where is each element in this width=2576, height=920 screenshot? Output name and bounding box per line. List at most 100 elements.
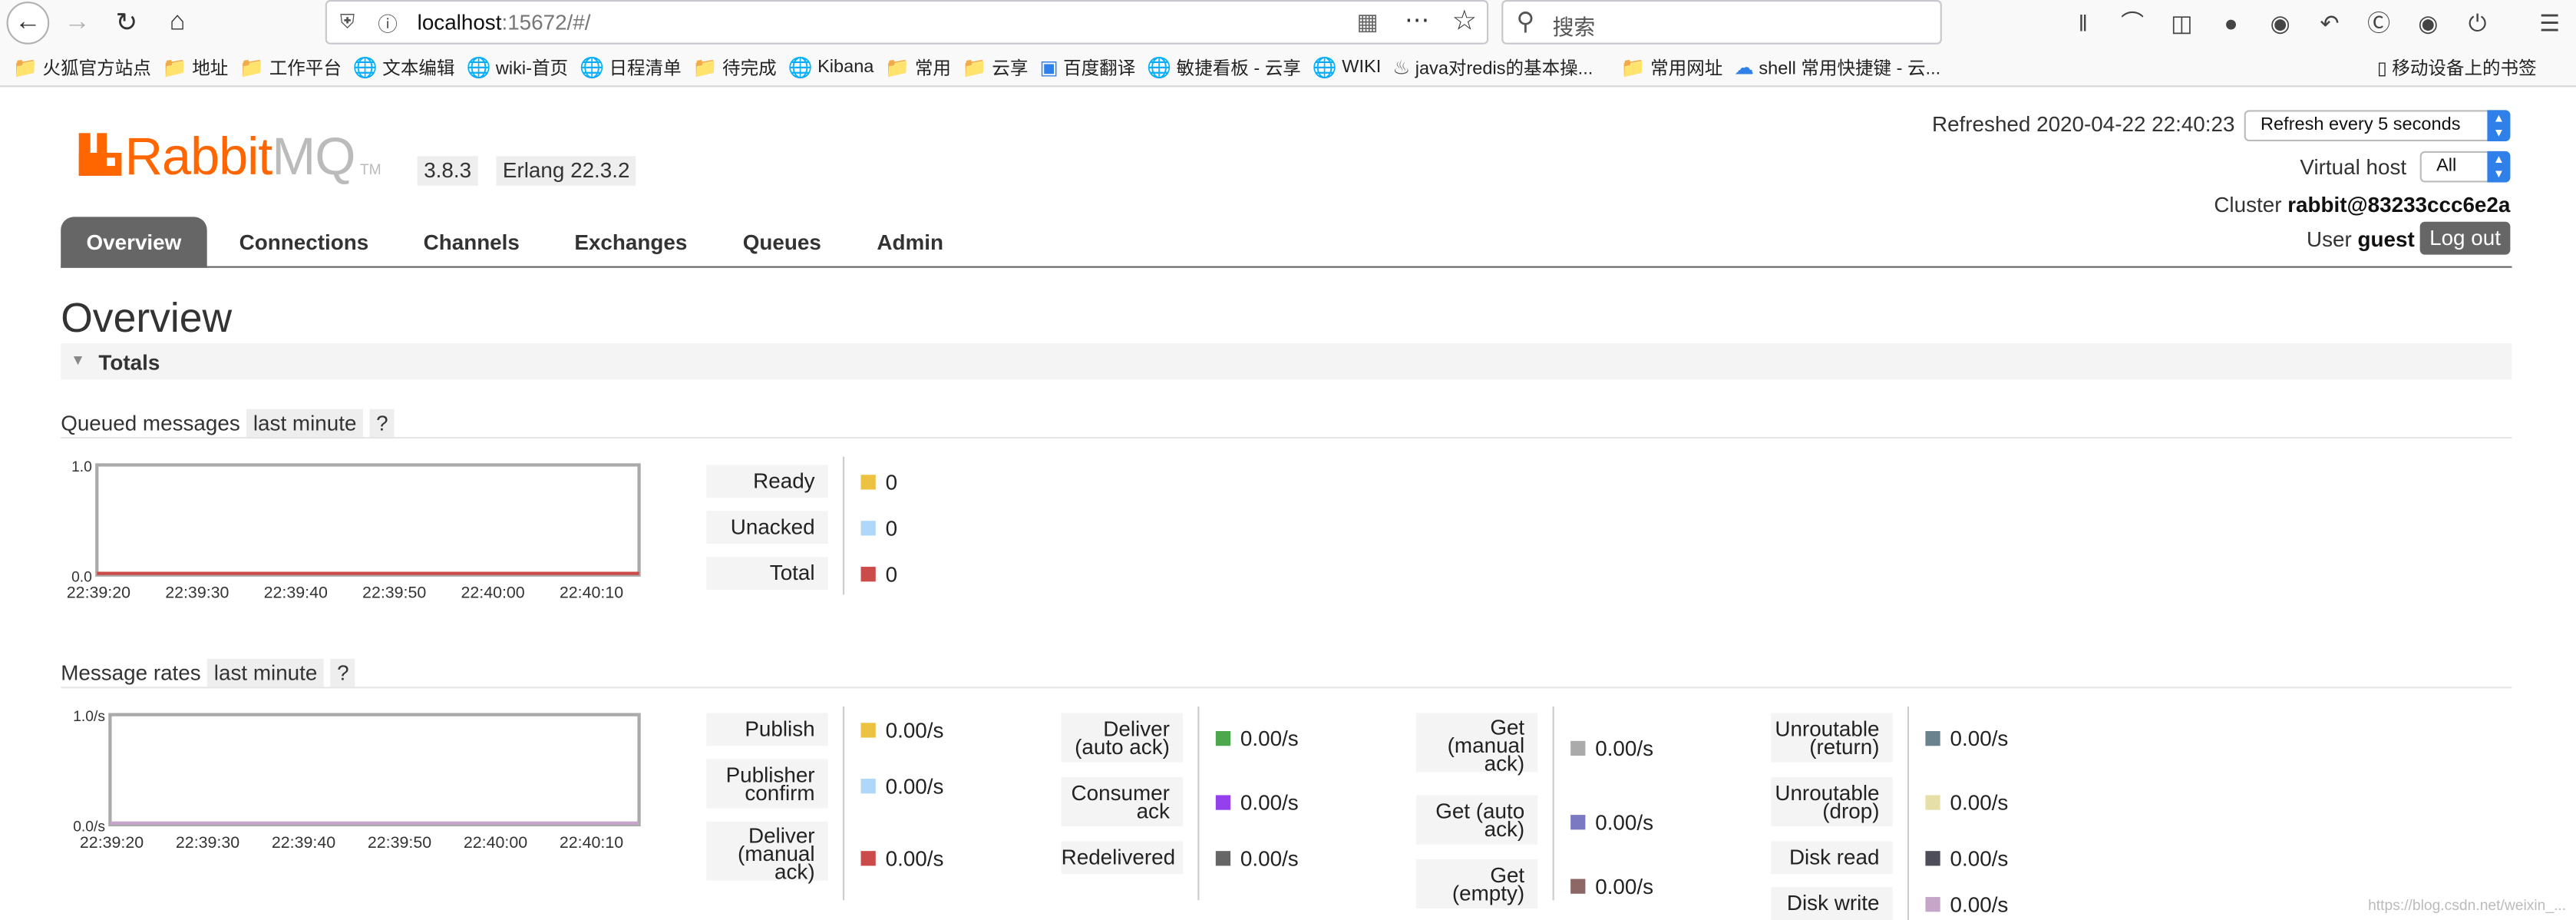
x-tick-label: 22:40:00 [461,584,524,602]
bookmark-item[interactable]: 📁 工作平台 [239,55,342,81]
bookmarks-bar: 📁 火狐官方站点 📁 地址 📁 工作平台 🌐 文本编辑 🌐 wiki-首页 🌐 日程清单 📁… [13,51,1940,84]
value-text: 0.00/s [1950,891,2009,916]
bookmark-item[interactable]: 🌐 日程清单 [580,55,682,81]
undo-icon[interactable]: ↶ [2313,7,2346,40]
extension-icon[interactable]: ● [2214,7,2247,40]
info-icon[interactable]: ⓘ [378,10,398,38]
tab-overview[interactable]: Overview [61,217,207,268]
url-text[interactable]: localhost:15672/#/ [418,10,591,35]
back-arrow-icon[interactable]: ← [6,2,50,45]
bookmark-item[interactable]: 📁 常用 [885,55,951,81]
bookmark-label: 火狐官方站点 [42,59,151,79]
url-bar[interactable]: ⛨ ⓘ localhost:15672/#/ ▦ ⋯ ☆ [325,0,1489,45]
queued-messages-title: Queued messages last minute ? [61,409,395,438]
reload-icon[interactable]: ↻ [105,2,148,45]
totals-section-header[interactable]: ▼ Totals [61,343,2512,380]
chart-svg: 1.00.022:39:20 22:39:30 22:39:40 22:39:50 22… [67,459,641,602]
bookmark-label: shell 常用快捷键 - 云... [1759,59,1941,79]
bookmark-item[interactable]: ☁ shell 常用快捷键 - 云... [1734,55,1940,81]
bookmark-item[interactable]: ▣ 百度翻译 [1039,55,1135,81]
rabbitmq-logo[interactable]: RabbitMQ TM [78,128,381,184]
rate-label-redelivered: Redelivered [1061,841,1184,875]
more-actions-icon[interactable]: ⋯ [1405,5,1431,35]
x-tick-label: 22:39:20 [80,833,144,852]
rate-label-unroutable-return: Unroutable (return) [1771,713,1893,763]
home-icon[interactable]: ⌂ [156,2,199,45]
bookmark-item[interactable]: 📁 云享 [963,55,1029,81]
tab-queues[interactable]: Queues [728,217,836,267]
totals-label: Totals [98,349,160,375]
plot-area [95,463,641,577]
message-rates-title: Message rates last minute ? [61,658,356,687]
rate-value-get-empty: 0.00/s [1570,869,1653,902]
value-text: 0.00/s [1950,725,2009,750]
rabbitmq-page: RabbitMQ TM 3.8.3 Erlang 22.3.2 Refreshe… [0,89,2576,920]
tab-admin[interactable]: Admin [861,217,959,267]
value-text: 0.00/s [1595,809,1654,834]
bookmark-item[interactable]: 🌐 Kibana [788,56,874,79]
tab-channels[interactable]: Channels [406,217,537,267]
bookmark-star-icon[interactable]: ☆ [1451,5,1477,38]
bookmark-item[interactable]: ♨ java对redis的基本操... [1392,55,1593,81]
toolbar-icons: ‖ ⌒ ◫ ● ◉ ↶ Ⓒ ◉ ⏻ ☰ [2066,5,2566,41]
qr-code-icon[interactable]: ▦ [1356,8,1378,36]
legend-swatch [1925,794,1940,809]
extension-icon[interactable]: ◉ [2412,7,2445,40]
tab-exchanges[interactable]: Exchanges [559,217,703,267]
bookmark-item[interactable]: 📁 常用网址 [1621,55,1723,81]
virtual-host-select[interactable]: All ▲ ▼ [2419,151,2511,183]
queued-help-button[interactable]: ? [369,409,395,438]
rate-value-deliver-manual-ack: 0.00/s [860,841,943,874]
bookmark-item[interactable]: 🌐 文本编辑 [353,55,455,81]
bookmark-item[interactable]: 📁 火狐官方站点 [13,55,151,81]
watermark: https://blog.csdn.net/weixin_... [2368,897,2567,914]
y-tick-label: 1.0 [71,459,92,475]
library-icon[interactable]: ‖ [2066,7,2099,40]
java-icon: ♨ [1392,55,1411,79]
queued-range-toggle[interactable]: last minute [246,409,364,438]
refresh-interval-select[interactable]: Refresh every 5 seconds ▲ ▼ [2244,110,2511,141]
value-text: 0.00/s [1240,845,1299,870]
bookmark-label: Kibana [817,57,874,78]
extension-icon[interactable]: Ⓒ [2363,7,2396,40]
url-host: localhost [417,9,502,35]
legend-swatch [1570,878,1586,893]
rate-value-publish: 0.00/s [860,713,943,746]
bookmark-item[interactable]: 🌐 wiki-首页 [466,55,568,81]
y-tick-label: 1.0/s [73,709,105,725]
bookmark-label: 百度翻译 [1063,59,1136,79]
logo-tm: TM [359,161,381,178]
folder-icon: 📁 [692,55,718,79]
legend-divider [842,706,845,901]
tab-connections[interactable]: Connections [220,217,388,267]
folder-icon: 📁 [162,55,187,79]
bookmark-label: 敏捷看板 - 云享 [1176,59,1301,79]
main-tabs: Overview Connections Channels Exchanges … [61,217,2512,268]
search-input[interactable]: ⚲ 搜索 [1501,0,1942,45]
mobile-bookmarks[interactable]: ▯ 移动设备上的书签 [2377,55,2537,81]
globe-icon: 🌐 [1312,55,1337,79]
bookmark-item[interactable]: 📁 待完成 [693,55,777,81]
bookmark-item[interactable]: 📁 地址 [163,55,229,81]
rate-label-consumer-ack: Consumer ack [1061,776,1184,827]
legend-divider [1552,706,1554,901]
extension-icon[interactable]: ◉ [2264,7,2297,40]
menu-icon[interactable]: ☰ [2533,7,2566,40]
forward-arrow-icon[interactable]: → [56,2,99,45]
message-rates-chart: 1.0/s 0.0/s 22:39:20 22:39:30 22:39:40 22:39:… [61,708,652,864]
reader-view-icon[interactable]: ◫ [2165,7,2198,40]
bookmark-item[interactable]: 🌐 敏捷看板 - 云享 [1147,55,1301,81]
bookmark-item[interactable]: 🌐 WIKI [1313,56,1381,79]
x-tick-label: 22:40:00 [464,833,527,852]
bookmark-label: 日程清单 [609,59,682,79]
select-arrows-icon: ▲ ▼ [2487,110,2511,141]
shield-icon[interactable]: ⛨ [340,10,355,35]
power-icon[interactable]: ⏻ [2461,7,2494,40]
rates-range-toggle[interactable]: last minute [207,658,324,687]
page-title: Overview [61,296,233,342]
search-icon: ⚲ [1516,8,1535,37]
value-text: 0.00/s [1950,789,2009,815]
legend-swatch [1215,730,1231,746]
rates-help-button[interactable]: ? [330,658,356,687]
crop-icon[interactable]: ⌒ [2116,7,2149,40]
